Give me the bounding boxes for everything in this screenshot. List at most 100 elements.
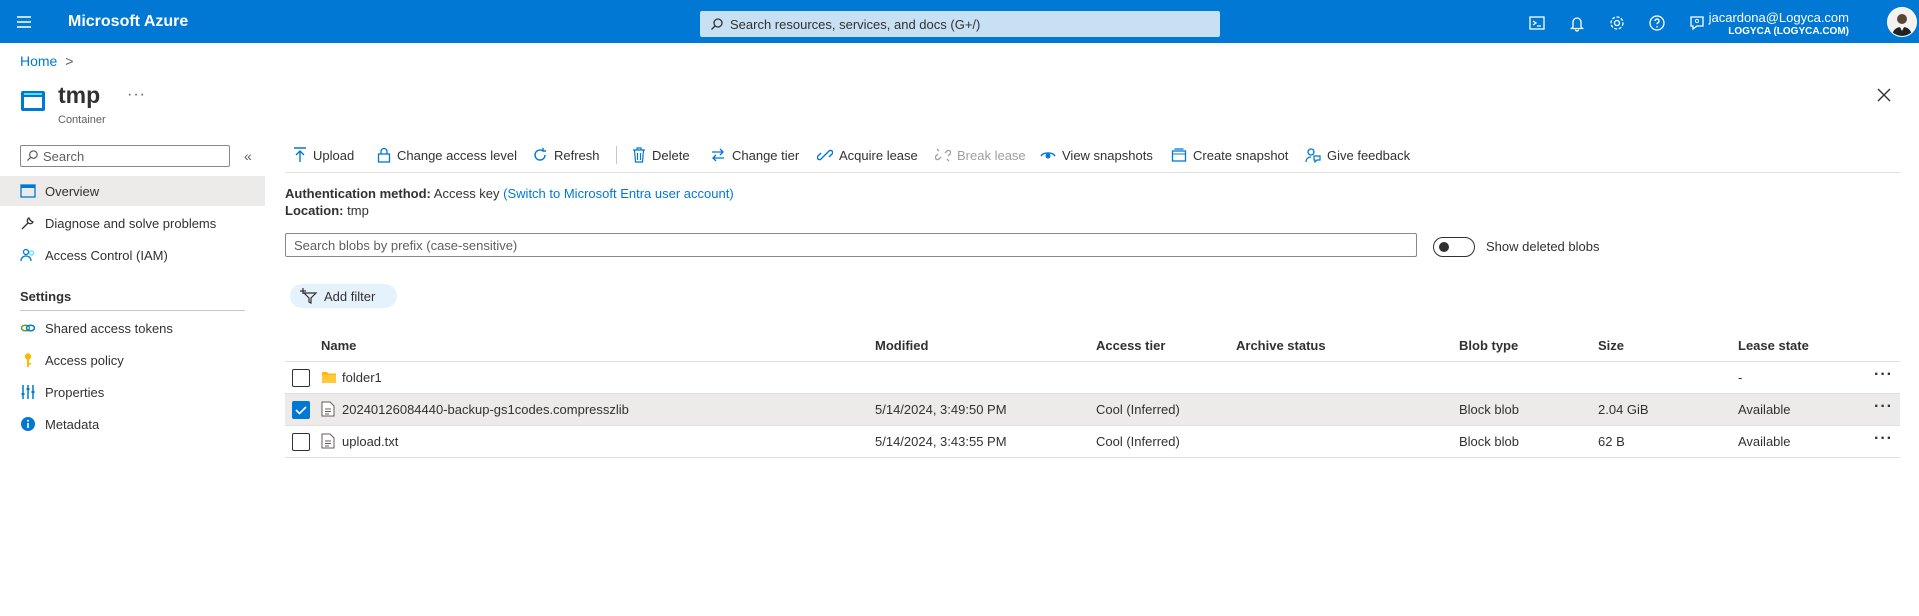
column-header-modified[interactable]: Modified: [875, 338, 928, 353]
sidebar-item-diagnose[interactable]: Diagnose and solve problems: [0, 208, 265, 238]
row-lease: Available: [1738, 434, 1791, 449]
row-name[interactable]: upload.txt: [342, 434, 398, 449]
global-search-placeholder: Search resources, services, and docs (G+…: [730, 17, 981, 32]
sidebar-item-metadata[interactable]: Metadata: [0, 409, 265, 439]
account-email: jacardona@Logyca.com: [1708, 10, 1849, 25]
upload-label: Upload: [313, 147, 355, 163]
refresh-label: Refresh: [554, 147, 600, 163]
table-row[interactable]: upload.txt 5/14/2024, 3:43:55 PM Cool (I…: [285, 426, 1900, 458]
global-search-input[interactable]: Search resources, services, and docs (G+…: [700, 11, 1220, 37]
settings-icon[interactable]: [1607, 13, 1627, 33]
eye-icon: [1040, 147, 1056, 163]
table-row[interactable]: folder1 - ···: [285, 362, 1900, 394]
file-icon: [321, 433, 335, 449]
acquire-lease-button[interactable]: Acquire lease: [817, 143, 918, 167]
give-feedback-button[interactable]: Give feedback: [1305, 143, 1410, 167]
account-org: LOGYCA (LOGYCA.COM): [1728, 26, 1849, 37]
sidebar-item-access-policy[interactable]: Access policy: [0, 345, 265, 375]
page-title: tmp: [58, 82, 101, 108]
row-more-button[interactable]: ···: [1874, 398, 1893, 416]
view-snapshots-button[interactable]: View snapshots: [1040, 143, 1153, 167]
top-bar: Microsoft Azure Search resources, servic…: [0, 0, 1919, 43]
row-modified: 5/14/2024, 3:49:50 PM: [875, 402, 1007, 417]
key-icon: [20, 352, 36, 368]
sidebar-divider: [20, 310, 245, 311]
close-button[interactable]: [1876, 87, 1892, 103]
blob-search-placeholder: Search blobs by prefix (case-sensitive): [294, 238, 518, 253]
show-deleted-toggle[interactable]: [1433, 237, 1475, 257]
delete-button[interactable]: Delete: [632, 143, 690, 167]
file-icon: [321, 401, 335, 417]
row-more-button[interactable]: ···: [1874, 430, 1893, 448]
account-info[interactable]: jacardona@Logyca.com LOGYCA (LOGYCA.COM): [1709, 10, 1849, 37]
column-header-lease-state[interactable]: Lease state: [1738, 338, 1809, 353]
sidebar-item-overview[interactable]: Overview: [0, 176, 265, 206]
collapse-sidebar-button[interactable]: «: [244, 148, 252, 164]
location-label: Location:: [285, 203, 344, 218]
add-filter-label: Add filter: [324, 289, 376, 304]
row-more-button[interactable]: ···: [1874, 366, 1893, 384]
refresh-button[interactable]: Refresh: [532, 143, 600, 167]
search-icon: [26, 149, 39, 162]
refresh-icon: [532, 147, 548, 163]
change-access-label: Change access level: [397, 147, 517, 163]
create-snapshot-button[interactable]: Create snapshot: [1171, 143, 1288, 167]
sidebar-item-label: Overview: [45, 184, 100, 199]
column-header-blob-type[interactable]: Blob type: [1459, 338, 1518, 353]
blob-search-input[interactable]: Search blobs by prefix (case-sensitive): [285, 233, 1417, 257]
more-actions-button[interactable]: ···: [127, 86, 146, 104]
sidebar-search-placeholder: Search: [43, 149, 85, 164]
column-header-archive-status[interactable]: Archive status: [1236, 338, 1326, 353]
show-deleted-label: Show deleted blobs: [1486, 239, 1600, 254]
sidebar-item-label: Properties: [45, 385, 105, 400]
settings-heading: Settings: [20, 289, 72, 304]
filter-icon: [300, 287, 318, 305]
add-filter-button[interactable]: Add filter: [290, 284, 397, 308]
info-icon: [20, 416, 36, 432]
acquire-lease-label: Acquire lease: [839, 147, 918, 163]
sidebar-item-properties[interactable]: Properties: [0, 377, 265, 407]
delete-icon: [632, 147, 646, 163]
change-tier-label: Change tier: [732, 147, 800, 163]
notifications-icon[interactable]: [1567, 13, 1587, 33]
cloud-shell-icon[interactable]: [1527, 13, 1547, 33]
table-row[interactable]: 20240126084440-backup-gs1codes.compressz…: [285, 394, 1900, 426]
row-blob-type: Block blob: [1459, 434, 1519, 449]
upload-icon: [293, 147, 307, 163]
upload-button[interactable]: Upload: [293, 143, 354, 167]
container-icon: [20, 89, 46, 113]
change-access-level-button[interactable]: Change access level: [377, 143, 517, 167]
column-header-size[interactable]: Size: [1598, 338, 1624, 353]
sidebar-item-label: Access Control (IAM): [45, 248, 168, 263]
break-lease-button[interactable]: Break lease: [935, 143, 1026, 167]
brand-title[interactable]: Microsoft Azure: [68, 13, 188, 31]
feedback-icon[interactable]: [1687, 13, 1707, 33]
row-name[interactable]: folder1: [342, 370, 382, 385]
broken-link-icon: [935, 147, 951, 163]
row-checkbox[interactable]: [292, 433, 310, 451]
change-tier-button[interactable]: Change tier: [710, 143, 799, 167]
row-name[interactable]: 20240126084440-backup-gs1codes.compressz…: [342, 402, 629, 417]
row-checkbox[interactable]: [292, 369, 310, 387]
snapshot-icon: [1171, 147, 1187, 163]
sidebar-item-label: Metadata: [45, 417, 100, 432]
switch-auth-link[interactable]: (Switch to Microsoft Entra user account): [503, 186, 733, 201]
folder-icon: [321, 369, 337, 385]
menu-icon[interactable]: [14, 12, 34, 32]
help-icon[interactable]: [1647, 13, 1667, 33]
breadcrumb-home[interactable]: Home: [20, 53, 57, 69]
column-header-access-tier[interactable]: Access tier: [1096, 338, 1165, 353]
sidebar-item-shared-access-tokens[interactable]: Shared access tokens: [0, 313, 265, 343]
avatar[interactable]: [1887, 7, 1917, 37]
toolbar-divider: [616, 146, 617, 164]
row-blob-type: Block blob: [1459, 402, 1519, 417]
give-feedback-label: Give feedback: [1327, 147, 1411, 163]
sidebar-item-label: Shared access tokens: [45, 321, 173, 336]
page-subtitle: Container: [58, 114, 106, 126]
sidebar-item-iam[interactable]: Access Control (IAM): [0, 240, 265, 270]
lock-icon: [377, 147, 391, 163]
column-header-name[interactable]: Name: [321, 338, 356, 353]
sidebar-search-input[interactable]: Search: [20, 145, 230, 167]
people-icon: [20, 247, 36, 263]
row-checkbox[interactable]: [292, 401, 310, 419]
